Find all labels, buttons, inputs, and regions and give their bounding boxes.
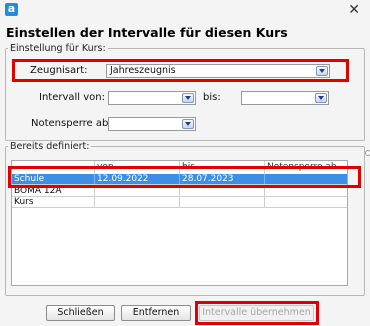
cell-notensperre bbox=[265, 197, 347, 207]
chevron-down-icon[interactable] bbox=[315, 93, 327, 103]
cell-von bbox=[95, 197, 180, 207]
column-header-name[interactable] bbox=[12, 161, 95, 174]
apply-intervals-button[interactable]: Intervalle übernehmen bbox=[199, 305, 314, 321]
cell-name: Schule bbox=[12, 174, 95, 184]
cell-bis bbox=[180, 186, 265, 196]
cell-von bbox=[95, 186, 180, 196]
table-row[interactable]: Schule 12.09.2022 28.07.2023 bbox=[12, 174, 347, 185]
cell-von: 12.09.2022 bbox=[95, 174, 180, 184]
chevron-down-icon[interactable] bbox=[182, 119, 194, 129]
app-logo-icon: a bbox=[5, 3, 18, 16]
bis-select[interactable] bbox=[241, 91, 329, 105]
resize-handle-icon[interactable] bbox=[365, 150, 370, 156]
defined-group-legend: Bereits definiert: bbox=[10, 141, 90, 152]
table-row[interactable]: BOMA 12A bbox=[12, 186, 347, 197]
notensperre-select[interactable] bbox=[108, 117, 196, 131]
close-icon[interactable]: ✕ bbox=[348, 2, 360, 18]
close-button[interactable]: Schließen bbox=[46, 305, 115, 321]
settings-group-legend: Einstellung für Kurs: bbox=[10, 43, 106, 54]
cell-notensperre bbox=[265, 186, 347, 196]
cell-notensperre bbox=[265, 174, 347, 184]
table-row[interactable]: Kurs bbox=[12, 197, 347, 208]
cell-name: Kurs bbox=[12, 197, 95, 207]
column-header-bis[interactable]: bis bbox=[180, 161, 265, 174]
chevron-down-icon[interactable] bbox=[316, 66, 328, 76]
intervals-table: von bis Notensperre ab Schule 12.09.2022… bbox=[11, 160, 348, 286]
chevron-down-icon[interactable] bbox=[182, 93, 194, 103]
remove-button[interactable]: Entfernen bbox=[121, 305, 191, 321]
zeugnisart-value: Jahreszeugnis bbox=[110, 65, 176, 76]
notensperre-label: Notensperre ab: bbox=[31, 118, 112, 129]
bis-label: bis: bbox=[203, 92, 221, 103]
dialog-title: Einstellen der Intervalle für diesen Kur… bbox=[6, 25, 288, 40]
intervall-von-select[interactable] bbox=[108, 91, 196, 105]
column-header-notensperre[interactable]: Notensperre ab bbox=[265, 161, 347, 174]
zeugnisart-label: Zeugnisart: bbox=[30, 65, 88, 76]
cell-bis bbox=[180, 197, 265, 207]
intervall-von-label: Intervall von: bbox=[39, 92, 105, 103]
cell-name: BOMA 12A bbox=[12, 186, 95, 196]
column-header-von[interactable]: von bbox=[95, 161, 180, 174]
zeugnisart-select[interactable]: Jahreszeugnis bbox=[106, 64, 330, 78]
cell-bis: 28.07.2023 bbox=[180, 174, 265, 184]
